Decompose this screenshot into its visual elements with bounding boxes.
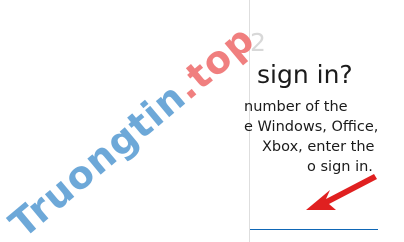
watermark-logo: Truongtin.top bbox=[0, 16, 263, 242]
screenshot-stage: 2 sign in? number of the e Windows, Offi… bbox=[0, 0, 404, 242]
dialog-title: sign in? bbox=[257, 60, 353, 89]
red-arrow-icon bbox=[306, 174, 377, 210]
red-arrow-head bbox=[306, 174, 377, 210]
watermark-text-main: Truongtin bbox=[0, 74, 195, 242]
instruction-line-2: e Windows, Office, bbox=[244, 119, 379, 135]
account-input-field[interactable] bbox=[250, 219, 378, 230]
instruction-line-1: number of the bbox=[244, 99, 348, 115]
instruction-line-3: Xbox, enter the bbox=[262, 139, 375, 155]
